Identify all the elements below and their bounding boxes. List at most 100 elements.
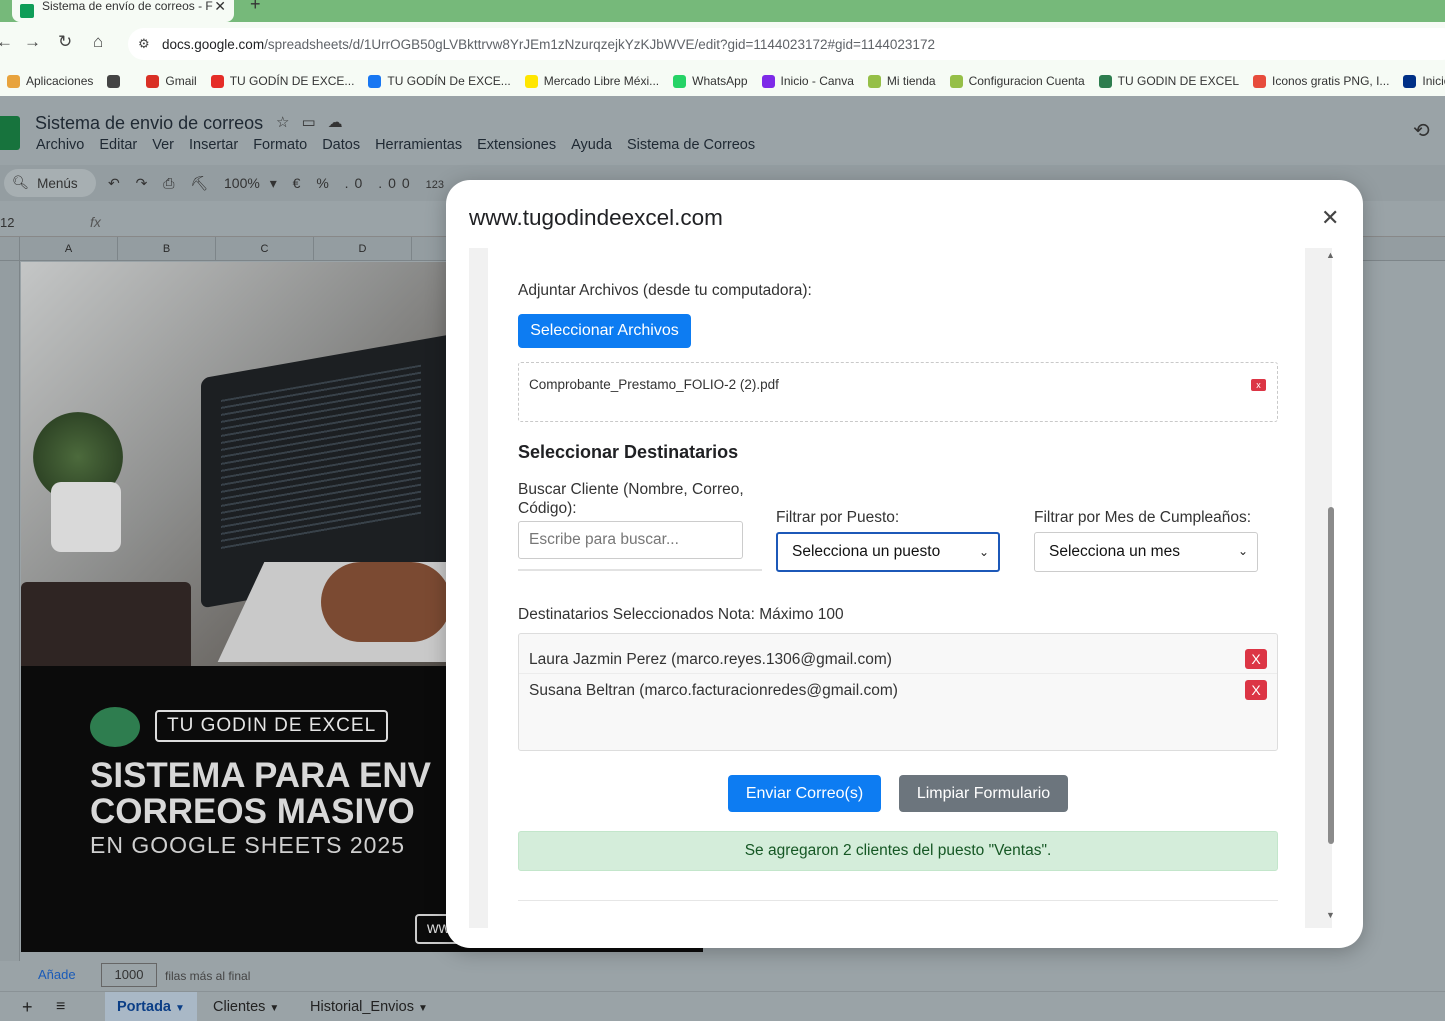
redo-icon[interactable]: ↷ — [136, 175, 154, 191]
tab-close-icon[interactable]: ✕ — [214, 0, 226, 15]
menu-ayuda[interactable]: Ayuda — [571, 137, 612, 153]
bookmark-favicon-icon — [368, 74, 382, 88]
bookmark-favicon-icon — [524, 74, 538, 88]
increase-decimal-icon[interactable]: .00 — [378, 175, 415, 191]
site-settings-icon[interactable]: ⚙ — [138, 36, 150, 52]
bookmark-item[interactable]: Iconos gratis PNG, I... — [1246, 74, 1396, 88]
column-header-d[interactable]: D — [314, 237, 412, 261]
bookmark-label: WhatsApp — [692, 74, 748, 88]
percent-format-button[interactable]: % — [316, 175, 334, 191]
document-title[interactable]: Sistema de envio de correos — [35, 113, 263, 134]
home-icon[interactable]: ⌂ — [93, 32, 103, 52]
send-email-button[interactable]: Enviar Correo(s) — [728, 775, 881, 812]
add-rows-button[interactable]: Añade — [38, 967, 76, 982]
bookmark-label: Mi tienda — [886, 74, 936, 88]
toolbar-tools: ↶ ↷ ⎙ ⛏ 100% ▾ € % .0 .00 123 — [108, 175, 444, 192]
sheets-menubar: Archivo Editar Ver Insertar Formato Dato… — [36, 137, 755, 153]
chevron-down-icon[interactable]: ▾ — [270, 175, 283, 191]
column-header-c[interactable]: C — [216, 237, 314, 261]
bookmark-favicon-icon — [1098, 74, 1112, 88]
star-icon[interactable]: ☆ — [276, 114, 301, 131]
menu-extensiones[interactable]: Extensiones — [477, 137, 556, 153]
bookmark-favicon-icon — [867, 74, 881, 88]
close-icon[interactable]: ✕ — [1321, 205, 1339, 231]
menu-herramientas[interactable]: Herramientas — [375, 137, 462, 153]
menu-formato[interactable]: Formato — [253, 137, 307, 153]
bookmark-item[interactable]: Configuracion Cuenta — [943, 74, 1092, 88]
remove-recipient-button[interactable]: X — [1245, 680, 1267, 700]
column-header-a[interactable]: A — [20, 237, 118, 261]
scrollbar-thumb[interactable] — [1328, 507, 1334, 844]
bookmark-label: Iconos gratis PNG, I... — [1272, 74, 1390, 88]
sheets-logo-icon[interactable] — [0, 116, 20, 150]
clear-form-button[interactable]: Limpiar Formulario — [899, 775, 1068, 812]
sheet-tab-portada[interactable]: Portada ▼ — [105, 992, 197, 1021]
sheet-tab-historial-envios[interactable]: Historial_Envios ▼ — [298, 992, 440, 1021]
search-client-input[interactable]: Escribe para buscar... — [518, 521, 743, 559]
new-tab-button[interactable]: + — [250, 0, 261, 15]
all-sheets-icon[interactable]: ≡ — [56, 992, 65, 1021]
paint-format-icon[interactable]: ⛏ — [190, 175, 214, 191]
bookmark-favicon-icon — [1253, 74, 1267, 88]
menu-search[interactable]: 🔍︎ Menús — [4, 169, 96, 197]
bookmark-item[interactable]: TU GODÍN De EXCE... — [361, 74, 517, 88]
cloud-icon[interactable]: ☁ — [328, 114, 355, 131]
add-rows-input[interactable]: 1000 — [101, 963, 157, 987]
remove-recipient-button[interactable]: X — [1245, 649, 1267, 669]
bookmark-label: Gmail — [165, 74, 197, 88]
bookmark-item[interactable]: WhatsApp — [666, 74, 754, 88]
bookmark-item[interactable]: TU GODIN DE EXCEL — [1092, 74, 1246, 88]
apps-grid-icon[interactable] — [100, 74, 133, 88]
bookmark-item[interactable]: Gmail — [139, 74, 203, 88]
bookmark-item[interactable]: Mercado Libre Méxi... — [518, 74, 666, 88]
bookmark-item[interactable]: Mi tienda — [861, 74, 943, 88]
browser-tab[interactable]: Sistema de envío de correos - F ✕ — [12, 0, 234, 22]
filter-month-select[interactable]: Selecciona un mes ⌄ — [1034, 532, 1258, 572]
decrease-decimal-icon[interactable]: .0 — [345, 175, 369, 191]
bookmark-item[interactable]: TU GODÍN DE EXCE... — [204, 74, 362, 88]
pot-illustration — [51, 482, 121, 552]
number-format-button[interactable]: 123 — [426, 179, 444, 191]
menu-archivo[interactable]: Archivo — [36, 137, 84, 153]
zoom-select[interactable]: 100% — [224, 175, 260, 191]
select-files-button[interactable]: Seleccionar Archivos — [518, 314, 691, 348]
bookmark-item[interactable]: Aplicaciones — [0, 74, 100, 88]
chevron-down-icon: ⌄ — [978, 545, 989, 559]
search-underline — [518, 569, 762, 571]
select-all-corner[interactable] — [0, 237, 20, 261]
sheet-tab-clientes[interactable]: Clientes ▼ — [201, 992, 291, 1021]
menu-editar[interactable]: Editar — [99, 137, 137, 153]
column-header-b[interactable]: B — [118, 237, 216, 261]
chevron-down-icon: ▼ — [418, 1003, 428, 1014]
print-icon[interactable]: ⎙ — [163, 175, 180, 191]
scroll-up-icon[interactable]: ▲ — [1326, 250, 1335, 260]
name-box[interactable]: 12 — [0, 215, 14, 230]
undo-icon[interactable]: ↶ — [108, 175, 126, 191]
title-action-icons: ☆▭☁ — [276, 113, 355, 131]
remove-file-button[interactable]: x — [1251, 379, 1266, 391]
menu-sistema-de-correos[interactable]: Sistema de Correos — [627, 137, 755, 153]
bookmarks-bar: Aplicaciones Gmail TU GODÍN DE EXCE... TU G… — [0, 66, 1445, 96]
sheet-tab-label: Historial_Envios — [310, 999, 414, 1015]
filter-position-select[interactable]: Selecciona un puesto ⌄ — [776, 532, 1000, 572]
menu-datos[interactable]: Datos — [322, 137, 360, 153]
bookmark-item[interactable]: Inicio - Pa — [1396, 74, 1445, 88]
menu-search-label: Menús — [37, 175, 78, 191]
menu-insertar[interactable]: Insertar — [189, 137, 238, 153]
back-icon[interactable]: ← — [0, 32, 13, 52]
folder-icon[interactable]: ▭ — [301, 114, 327, 131]
add-sheet-icon[interactable]: + — [22, 992, 33, 1021]
recipients-heading: Seleccionar Destinatarios — [518, 442, 739, 462]
scroll-down-icon[interactable]: ▼ — [1326, 910, 1335, 920]
forward-icon[interactable]: → — [24, 32, 41, 52]
attached-files-list: Comprobante_Prestamo_FOLIO-2 (2).pdf x — [518, 362, 1278, 422]
sheet-tab-label: Portada — [117, 999, 171, 1015]
reload-icon[interactable]: ↻ — [58, 32, 72, 52]
version-history-icon[interactable]: ⟲ — [1413, 118, 1430, 143]
url-input[interactable]: ⚙ docs.google.com /spreadsheets/d/1UrrOG… — [128, 28, 1445, 60]
currency-format-button[interactable]: € — [293, 175, 307, 191]
sheet-tabs-bar: + ≡ Portada ▼ Clientes ▼ Historial_Envio… — [0, 991, 1445, 1021]
filter-position-value: Selecciona un puesto — [792, 543, 941, 560]
bookmark-item[interactable]: Inicio - Canva — [755, 74, 861, 88]
menu-ver[interactable]: Ver — [152, 137, 174, 153]
